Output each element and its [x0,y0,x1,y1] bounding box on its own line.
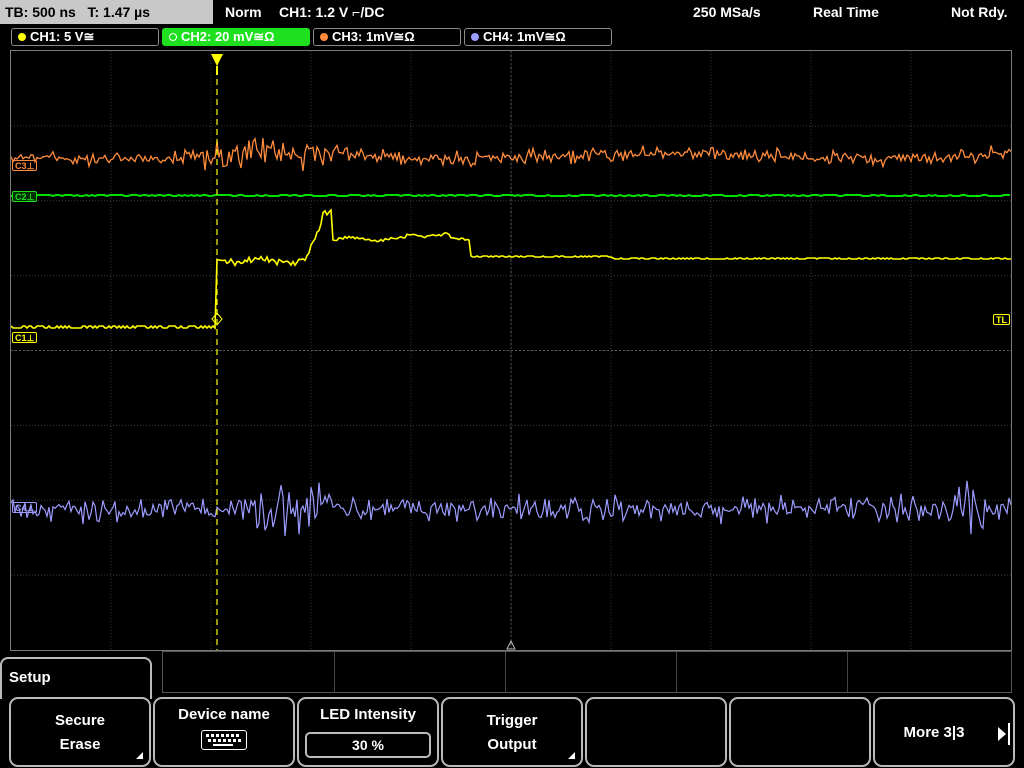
ch1-label: CH1: 5 V≅ [30,29,95,44]
menu-info-strip [162,651,1012,693]
channel-tab-ch2[interactable]: CH2: 20 mV≅Ω [162,28,310,46]
submenu-corner-icon [568,752,575,759]
ch1-dot-icon [18,33,26,41]
secure-erase-label-2: Erase [59,736,101,753]
trigger-time-value: T: 1.47 µs [87,4,151,20]
ch2-dot-icon [169,33,177,41]
timebase-readout[interactable]: TB: 500 ns T: 1.47 µs [0,0,213,24]
submenu-corner-icon [136,752,143,759]
channel-tab-ch3[interactable]: CH3: 1mV≅Ω [313,28,461,46]
next-page-arrow-icon [998,727,1006,741]
device-name-button[interactable]: Device name [153,697,295,767]
more-button[interactable]: More 3|3 [873,697,1015,767]
sample-rate: 250 MSa/s [693,4,761,20]
ch1-reference-marker[interactable]: C1⊥ [12,332,38,343]
channel-tab-ch4[interactable]: CH4: 1mV≅Ω [464,28,612,46]
ch4-label: CH4: 1mV≅Ω [483,29,566,44]
menu-title-label: Setup [9,669,51,686]
secure-erase-label-1: Secure [54,712,106,729]
channel-tab-ch1[interactable]: CH1: 5 V≅ [11,28,159,46]
ch4-dot-icon [471,33,479,41]
strip-divider [676,652,677,692]
timebase-value: TB: 500 ns [5,4,76,20]
ch2-reference-marker[interactable]: C2⊥ [12,191,38,202]
ch2-label: CH2: 20 mV≅Ω [181,29,275,44]
strip-divider [847,652,848,692]
ch4-reference-marker[interactable]: C4⊥ [12,502,38,513]
led-intensity-value[interactable]: 30 % [305,732,431,758]
secure-erase-button[interactable]: Secure Erase [9,697,151,767]
waveform-canvas [11,51,1011,650]
device-name-label: Device name [178,706,270,723]
acquisition-mode: Real Time [813,4,879,20]
led-intensity-label: LED Intensity [320,706,416,723]
trigger-position-marker[interactable] [211,54,223,66]
trigger-info[interactable]: CH1: 1.2 V ⌐/DC [279,0,384,24]
trigger-level-marker[interactable]: TL [993,314,1010,325]
trigger-output-button[interactable]: Trigger Output [441,697,583,767]
trigger-output-label-2: Output [487,736,537,753]
ch3-dot-icon [320,33,328,41]
empty-softkey-5[interactable] [585,697,727,767]
status-bar: Norm CH1: 1.2 V ⌐/DC 250 MSa/s Real Time… [215,0,1024,24]
trigger-mode[interactable]: Norm [225,0,262,24]
strip-divider [505,652,506,692]
empty-softkey-6[interactable] [729,697,871,767]
ch2-waveform [11,193,1010,198]
strip-divider [334,652,335,692]
keyboard-icon [201,730,247,750]
more-label: More 3|3 [903,724,965,741]
ch3-label: CH3: 1mV≅Ω [332,29,415,44]
trigger-output-label-1: Trigger [486,712,538,729]
graticule [11,51,1011,650]
led-intensity-control[interactable]: LED Intensity 30 % [297,697,439,767]
ch3-reference-marker[interactable]: C3⊥ [12,160,38,171]
acquisition-state: Not Rdy. [951,4,1008,20]
waveform-display[interactable]: C3⊥ C2⊥ C1⊥ C4⊥ TL [10,50,1012,651]
menu-title: Setup [0,657,152,699]
next-page-bar-icon [1008,723,1010,745]
trigger-marker-stem [216,66,218,75]
